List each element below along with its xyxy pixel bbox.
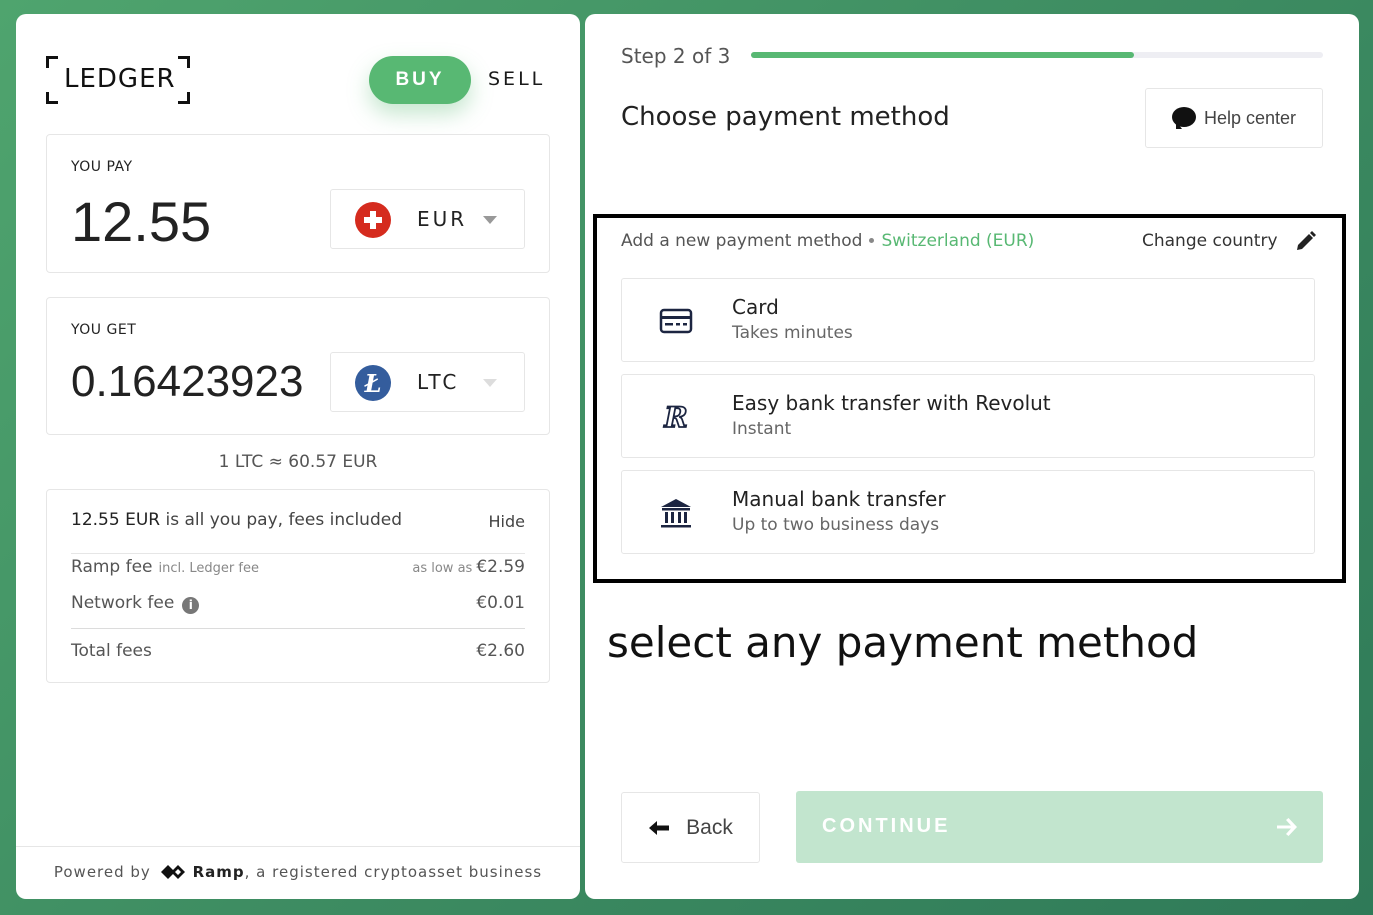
get-currency-select[interactable]: Ł LTC xyxy=(330,352,525,412)
litecoin-icon: Ł xyxy=(355,365,391,401)
network-fee-label: Network fee xyxy=(71,593,175,613)
ramp-name: Ramp xyxy=(192,863,245,881)
instruction-annotation: select any payment method xyxy=(607,618,1199,667)
pay-currency-select[interactable]: EUR xyxy=(330,189,525,249)
powered-by-footer: Powered by Ramp, a registered cryptoasse… xyxy=(16,863,580,881)
payment-method-card[interactable]: Card Takes minutes xyxy=(621,278,1315,362)
help-center-button[interactable]: Help center xyxy=(1145,88,1323,148)
fees-summary-amount: 12.55 EUR xyxy=(71,510,161,530)
payment-method-name: Manual bank transfer xyxy=(732,487,946,511)
you-get-box: YOU GET 0.16423923 Ł LTC xyxy=(46,297,550,435)
back-label: Back xyxy=(686,815,733,839)
you-get-label: YOU GET xyxy=(71,322,137,338)
ramp-fee-value: €2.59 xyxy=(476,557,525,577)
ledger-logo: LEDGER xyxy=(46,56,190,104)
page-title: Choose payment method xyxy=(621,102,950,132)
exchange-rate: 1 LTC ≈ 60.57 EUR xyxy=(218,452,378,472)
you-pay-box: YOU PAY 12.55 EUR xyxy=(46,134,550,273)
payment-method-desc: Takes minutes xyxy=(732,323,853,343)
chat-bubble-icon xyxy=(1171,107,1196,129)
pencil-icon[interactable] xyxy=(1293,230,1317,254)
logo-text: LEDGER xyxy=(64,64,176,94)
svg-text:R: R xyxy=(663,401,687,434)
payment-method-bank[interactable]: Manual bank transfer Up to two business … xyxy=(621,470,1315,554)
add-payment-method-text: Add a new payment method xyxy=(621,231,863,251)
separator-dot xyxy=(869,238,875,243)
powered-by-text: Powered by xyxy=(53,863,151,881)
ramp-fee-label: Ramp fee xyxy=(71,557,153,577)
total-fees-row: Total fees €2.60 xyxy=(71,641,525,665)
ramp-fee-prefix: as low as xyxy=(412,561,473,576)
step-indicator: Step 2 of 3 xyxy=(621,44,731,68)
payment-method-desc: Instant xyxy=(732,419,792,439)
network-fee-value: €0.01 xyxy=(476,593,525,613)
total-fees-value: €2.60 xyxy=(476,641,525,661)
ramp-fee-sub: incl. Ledger fee xyxy=(158,561,259,576)
progress-fill xyxy=(751,52,1135,58)
payment-method-name: Card xyxy=(732,295,779,319)
ramp-logo-icon xyxy=(160,865,185,879)
revolut-icon: R xyxy=(662,400,688,435)
payment-method-revolut[interactable]: R Easy bank transfer with Revolut Instan… xyxy=(621,374,1315,458)
fees-box: 12.55 EUR is all you pay, fees included … xyxy=(46,489,550,683)
divider xyxy=(71,553,525,554)
powered-by-tail: , a registered cryptoasset business xyxy=(244,863,543,881)
ramp-fee-row: Ramp fee incl. Ledger fee as low as €2.59 xyxy=(71,557,525,581)
exchange-widget: LEDGER BUY SELL YOU PAY 12.55 EUR YOU GE… xyxy=(16,14,580,899)
swiss-flag-icon xyxy=(355,202,391,238)
fees-summary: 12.55 EUR is all you pay, fees included xyxy=(71,510,402,530)
selected-country: Switzerland (EUR) xyxy=(881,231,1035,251)
get-currency-code: LTC xyxy=(417,370,460,394)
back-button[interactable]: Back xyxy=(621,792,760,863)
change-country-link[interactable]: Change country xyxy=(1142,231,1278,251)
you-get-amount-input[interactable]: 0.16423923 xyxy=(71,357,303,407)
payment-wizard: Step 2 of 3 Choose payment method Help c… xyxy=(585,14,1359,899)
chevron-down-icon xyxy=(483,216,497,224)
divider xyxy=(71,628,525,629)
you-pay-label: YOU PAY xyxy=(71,159,133,175)
continue-button[interactable]: CONTINUE xyxy=(796,791,1323,863)
buy-tab[interactable]: BUY xyxy=(369,56,471,104)
payment-method-name: Easy bank transfer with Revolut xyxy=(732,391,1051,415)
total-fees-label: Total fees xyxy=(71,641,152,661)
card-icon xyxy=(659,308,693,334)
help-center-label: Help center xyxy=(1203,107,1297,128)
you-pay-amount-input[interactable]: 12.55 xyxy=(71,189,211,254)
continue-label: CONTINUE xyxy=(822,815,951,837)
arrow-right-icon xyxy=(1277,818,1297,836)
fees-summary-text: is all you pay, fees included xyxy=(160,510,402,530)
chevron-down-icon xyxy=(483,379,497,387)
payment-method-desc: Up to two business days xyxy=(732,515,940,535)
divider xyxy=(16,846,580,847)
bank-icon xyxy=(661,499,691,528)
add-payment-method-line: Add a new payment method Switzerland (EUR… xyxy=(621,231,1034,251)
sell-tab[interactable]: SELL xyxy=(488,68,545,90)
info-icon[interactable]: i xyxy=(182,597,200,614)
hide-fees-link[interactable]: Hide xyxy=(489,512,525,531)
network-fee-row: Network fee i €0.01 xyxy=(71,593,525,617)
arrow-left-icon xyxy=(649,820,670,835)
progress-bar xyxy=(751,52,1323,58)
pay-currency-code: EUR xyxy=(417,207,468,231)
